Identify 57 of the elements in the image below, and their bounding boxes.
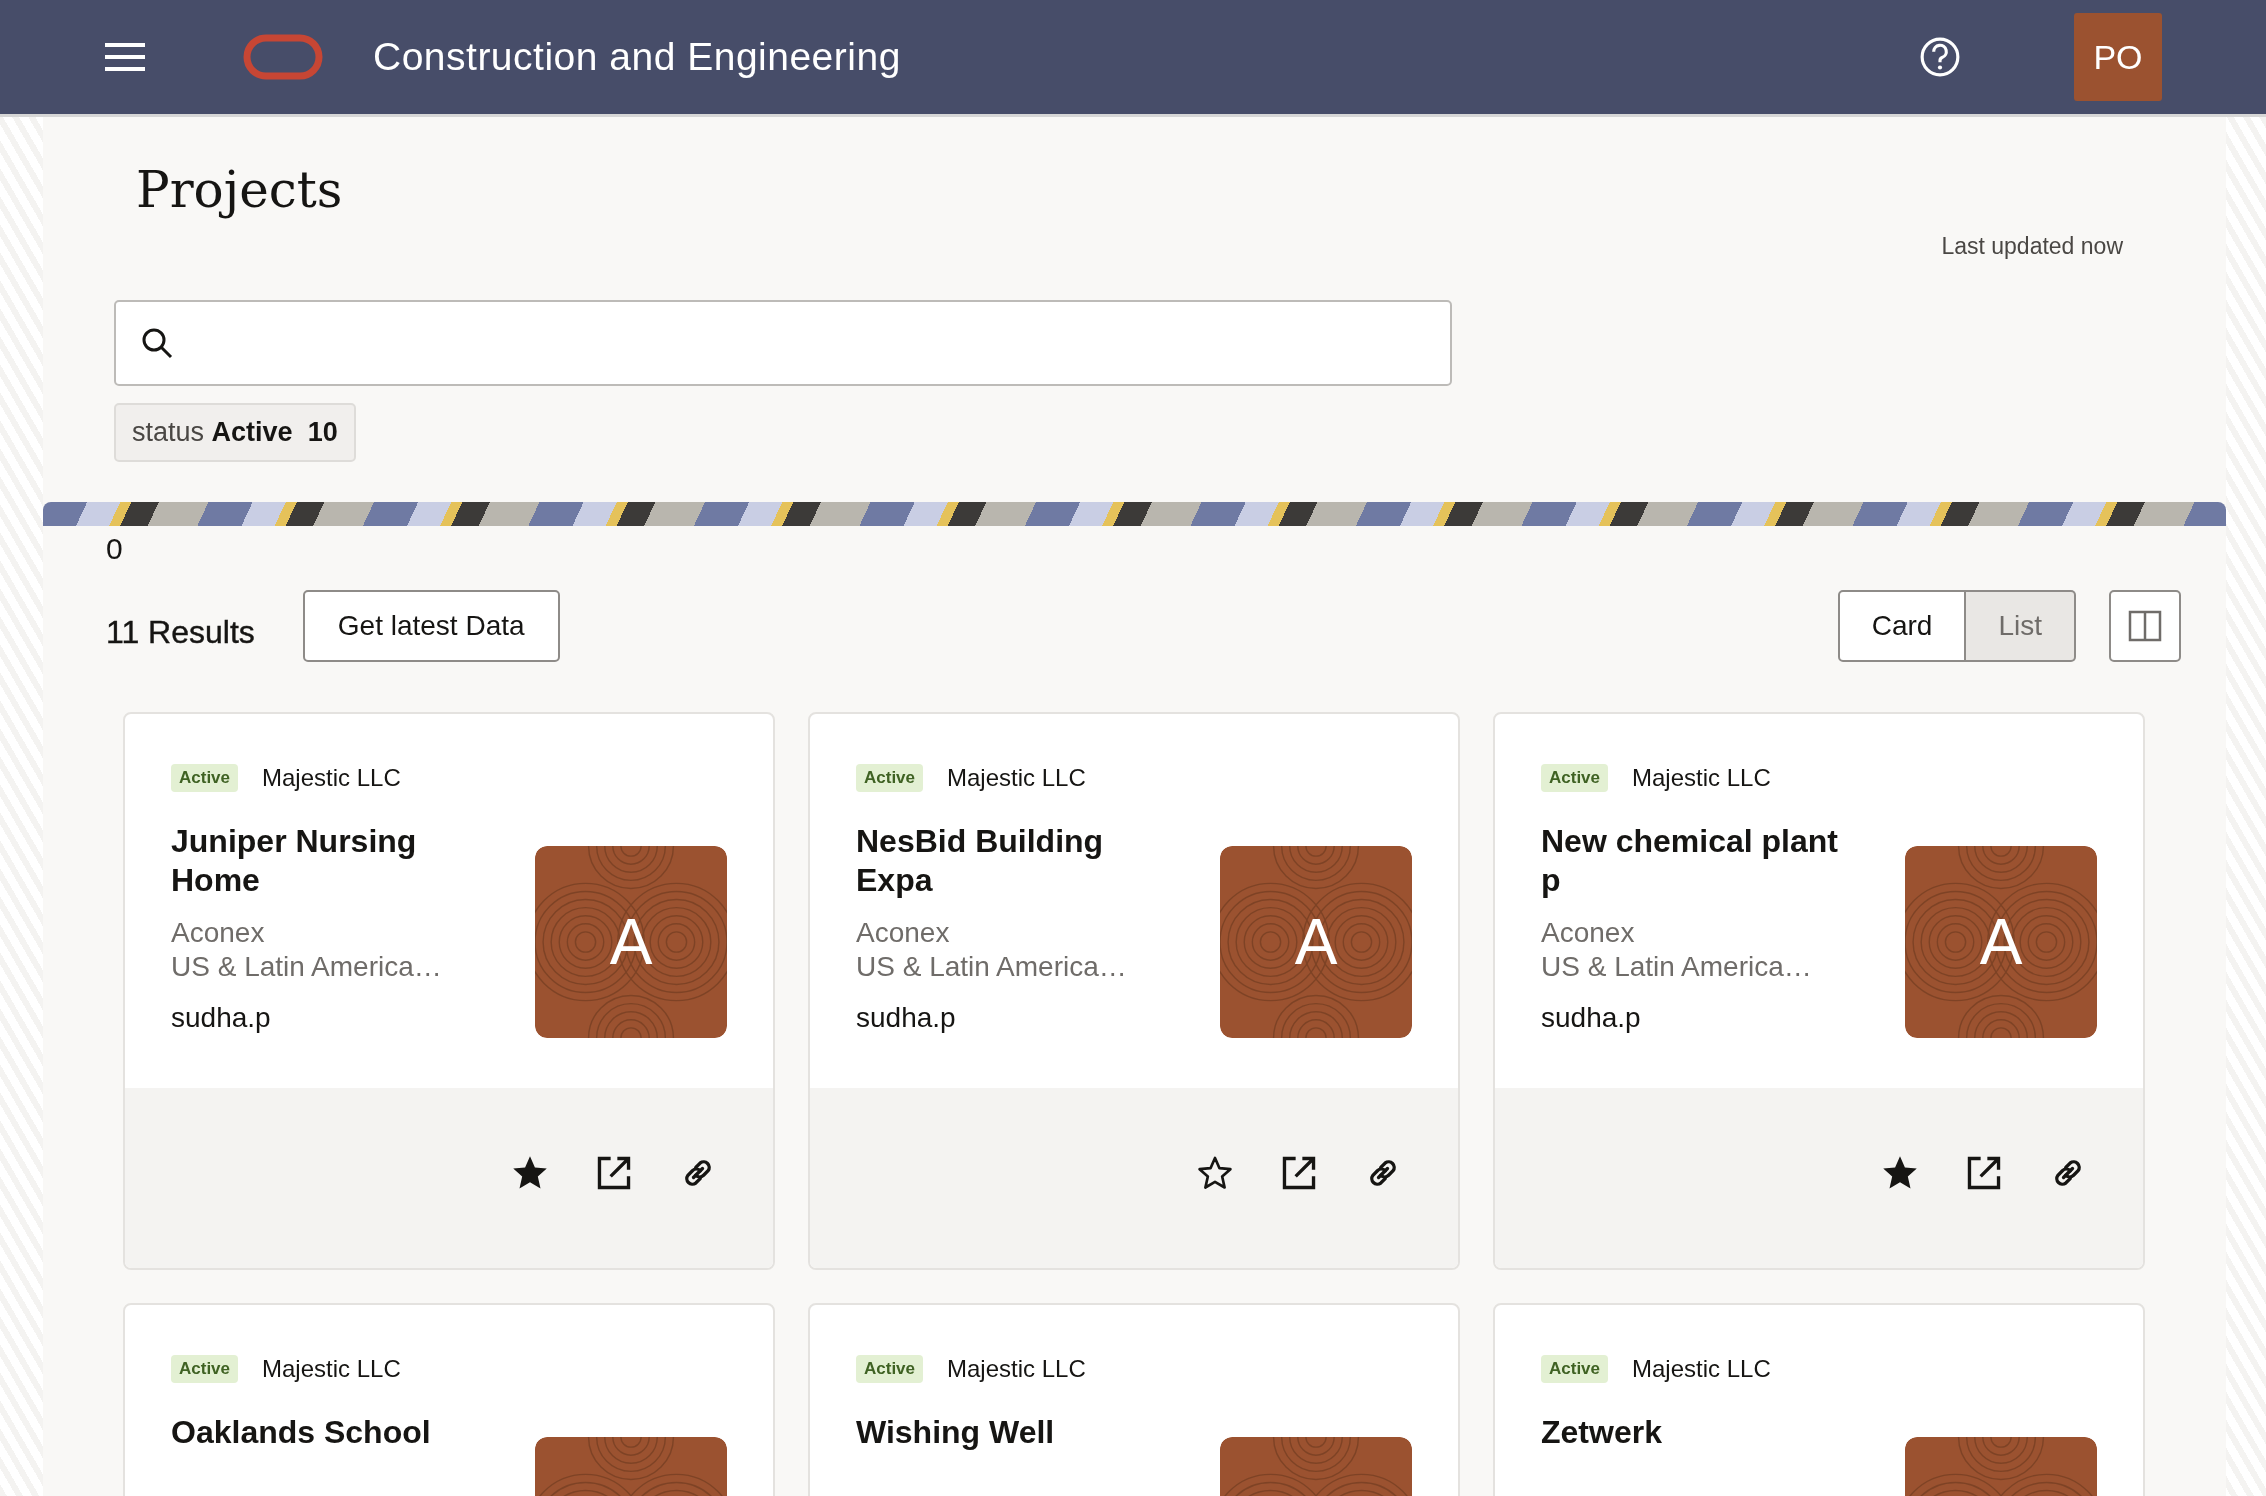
project-title: New chemical plant p (1541, 822, 1839, 901)
product-name: Aconex (856, 916, 950, 951)
company-name: Majestic LLC (947, 1355, 1086, 1383)
region-name: US & Latin America… (171, 950, 442, 985)
project-initial: A (609, 905, 653, 979)
favorite-star-icon[interactable] (1196, 1154, 1234, 1192)
project-card[interactable]: Active Majestic LLC Oaklands School (123, 1303, 775, 1496)
filter-chip[interactable]: status Active 10 (114, 403, 356, 462)
project-title: Juniper Nursing Home (171, 822, 418, 901)
region-name: US & Latin America… (856, 950, 1127, 985)
product-name: Aconex (171, 916, 265, 951)
app-title: Construction and Engineering (373, 35, 901, 79)
owner-name: sudha.p (171, 1002, 271, 1035)
project-card[interactable]: Active Majestic LLC New chemical plant p Aconex US & Latin America… sudha.p A (1493, 712, 2145, 1270)
search-field[interactable] (114, 300, 1452, 386)
columns-button[interactable] (2109, 590, 2181, 662)
status-badge: Active (1541, 1355, 1609, 1383)
open-external-icon[interactable] (1280, 1154, 1318, 1192)
project-initial: A (1979, 905, 2023, 979)
last-updated-text: Last updated now (1941, 233, 2123, 260)
counter-text: 0 (106, 532, 123, 566)
project-title: Zetwerk (1541, 1413, 1662, 1452)
open-external-icon[interactable] (595, 1154, 633, 1192)
user-avatar[interactable]: PO (2074, 13, 2162, 101)
project-card[interactable]: Active Majestic LLC Juniper Nursing Home Aconex US & Latin America… sudha.p A (123, 712, 775, 1270)
project-initial: A (1294, 905, 1338, 979)
owner-name: sudha.p (1541, 1002, 1641, 1035)
company-name: Majestic LLC (1632, 764, 1771, 792)
project-card[interactable]: Active Majestic LLC Wishing Well (808, 1303, 1460, 1496)
project-card[interactable]: Active Majestic LLC Zetwerk (1493, 1303, 2145, 1496)
company-name: Majestic LLC (262, 1355, 401, 1383)
status-badge: Active (171, 764, 239, 792)
status-badge: Active (1541, 764, 1609, 792)
region-name: US & Latin America… (1541, 950, 1812, 985)
refresh-button[interactable]: Get latest Data (302, 590, 560, 662)
logo-icon (243, 34, 323, 80)
open-external-icon[interactable] (1965, 1154, 2003, 1192)
project-title: Wishing Well (856, 1413, 1055, 1452)
view-toggle-button[interactable]: List (1966, 590, 2076, 662)
page-title: Projects (136, 161, 343, 219)
search-icon (140, 326, 174, 360)
company-name: Majestic LLC (947, 764, 1086, 792)
split-view-icon (2128, 609, 2162, 643)
owner-name: sudha.p (856, 1002, 956, 1035)
product-name: Aconex (1541, 916, 1635, 951)
company-name: Majestic LLC (1632, 1355, 1771, 1383)
status-badge: Active (171, 1355, 239, 1383)
project-title: Oaklands School (171, 1413, 431, 1452)
help-icon[interactable] (1919, 36, 1961, 78)
results-count: 11 Results (106, 613, 255, 651)
project-card[interactable]: Active Majestic LLC NesBid Building Expa Aconex US & Latin America… sudha.p A (808, 712, 1460, 1270)
menu-icon[interactable] (105, 42, 145, 72)
view-toggle-button[interactable]: Card (1837, 590, 1967, 662)
status-badge: Active (856, 1355, 924, 1383)
status-badge: Active (856, 764, 924, 792)
project-title: NesBid Building Expa (856, 822, 1105, 901)
company-name: Majestic LLC (262, 764, 401, 792)
